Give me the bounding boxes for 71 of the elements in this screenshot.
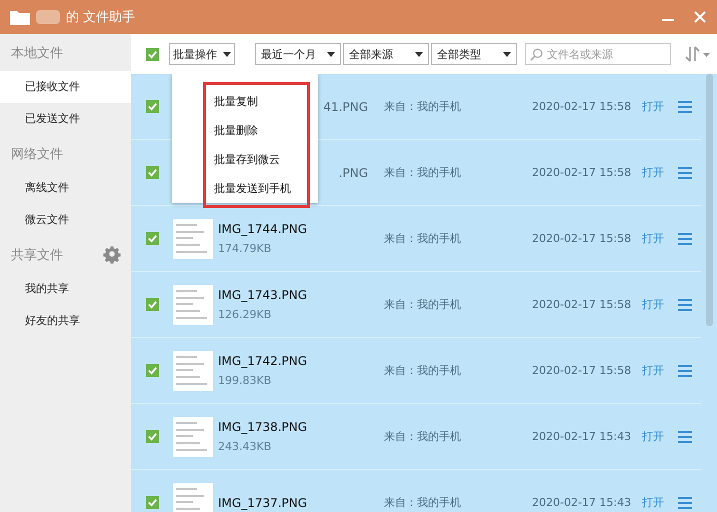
sidebar-item[interactable]: 已接收文件 bbox=[0, 71, 131, 103]
scrollbar[interactable] bbox=[706, 74, 713, 326]
sidebar-item[interactable]: 已发送文件 bbox=[0, 103, 131, 135]
menu-icon[interactable] bbox=[678, 496, 692, 508]
screenshot-thumbnail bbox=[173, 218, 213, 258]
redacted-name bbox=[36, 10, 60, 24]
row-checkbox[interactable] bbox=[146, 496, 159, 509]
sidebar-section-title: 网络文件 bbox=[11, 146, 63, 162]
screenshot-thumbnail bbox=[173, 284, 213, 324]
filter-dropdown[interactable]: 全部来源 bbox=[343, 43, 429, 65]
menu-item[interactable]: 批量存到微云 bbox=[206, 145, 307, 174]
sidebar-item[interactable]: 我的共享 bbox=[0, 273, 131, 305]
file-size: 199.83KB bbox=[218, 374, 272, 387]
row-checkbox[interactable] bbox=[146, 430, 159, 443]
menu-icon[interactable] bbox=[678, 100, 692, 112]
file-name: .PNG bbox=[338, 166, 368, 180]
file-time: 2020-02-17 15:58 bbox=[532, 298, 632, 311]
sidebar-section-title: 共享文件 bbox=[11, 246, 63, 264]
screenshot-thumbnail bbox=[173, 482, 213, 512]
menu-icon[interactable] bbox=[678, 166, 692, 178]
sidebar-item[interactable]: 微云文件 bbox=[0, 204, 131, 236]
file-source: 来自：我的手机 bbox=[384, 99, 462, 114]
menu-item[interactable]: 批量复制 bbox=[206, 87, 307, 116]
file-time: 2020-02-17 15:58 bbox=[532, 100, 632, 113]
file-source: 来自：我的手机 bbox=[384, 297, 462, 312]
file-name: IMG_1744.PNG bbox=[218, 222, 308, 236]
file-source: 来自：我的手机 bbox=[384, 495, 462, 510]
menu-icon[interactable] bbox=[678, 430, 692, 442]
file-name: IMG_1737.PNG bbox=[218, 496, 308, 510]
file-source: 来自：我的手机 bbox=[384, 231, 462, 246]
file-size: 126.29KB bbox=[218, 308, 272, 321]
batch-operation-button[interactable]: 批量操作 bbox=[169, 43, 235, 65]
search-field[interactable]: 文件名或来源 bbox=[525, 43, 671, 65]
file-time: 2020-02-17 15:43 bbox=[532, 430, 632, 443]
window-title: 的 文件助手 bbox=[66, 9, 136, 26]
row-checkbox[interactable] bbox=[146, 100, 159, 113]
file-size: 174.79KB bbox=[218, 242, 272, 255]
filter-dropdown[interactable]: 全部类型 bbox=[431, 43, 517, 65]
file-name: 41.PNG bbox=[323, 100, 368, 114]
file-source: 来自：我的手机 bbox=[384, 363, 462, 378]
sidebar-item[interactable]: 好友的共享 bbox=[0, 305, 131, 337]
screenshot-thumbnail bbox=[173, 416, 213, 456]
file-source: 来自：我的手机 bbox=[384, 429, 462, 444]
screenshot-thumbnail bbox=[173, 350, 213, 390]
file-time: 2020-02-17 15:58 bbox=[532, 364, 632, 377]
row-checkbox[interactable] bbox=[146, 166, 159, 179]
file-time: 2020-02-17 15:58 bbox=[532, 166, 632, 179]
file-name: IMG_1742.PNG bbox=[218, 354, 308, 368]
menu-item[interactable]: 批量发送到手机 bbox=[206, 174, 307, 203]
row-checkbox[interactable] bbox=[146, 298, 159, 311]
file-name: IMG_1743.PNG bbox=[218, 288, 308, 302]
menu-icon[interactable] bbox=[678, 232, 692, 244]
file-time: 2020-02-17 15:43 bbox=[532, 496, 632, 509]
search-icon bbox=[530, 48, 543, 61]
file-size: 243.43KB bbox=[218, 440, 272, 453]
sidebar-item[interactable]: 离线文件 bbox=[0, 172, 131, 204]
settings-icon[interactable] bbox=[103, 246, 121, 264]
file-source: 来自：我的手机 bbox=[384, 165, 462, 180]
file-name: IMG_1738.PNG bbox=[218, 420, 308, 434]
menu-icon[interactable] bbox=[678, 364, 692, 376]
folder-icon bbox=[10, 9, 30, 25]
sidebar-section-title: 本地文件 bbox=[11, 44, 63, 62]
select-all-checkbox[interactable] bbox=[146, 48, 159, 60]
row-checkbox[interactable] bbox=[146, 232, 159, 245]
close-icon[interactable] bbox=[693, 10, 707, 24]
menu-item[interactable]: 批量删除 bbox=[206, 116, 307, 145]
menu-icon[interactable] bbox=[678, 298, 692, 310]
row-checkbox[interactable] bbox=[146, 364, 159, 377]
filter-dropdown[interactable]: 最近一个月 bbox=[255, 43, 341, 65]
file-time: 2020-02-17 15:58 bbox=[532, 232, 632, 245]
sort-icon[interactable] bbox=[685, 46, 711, 62]
